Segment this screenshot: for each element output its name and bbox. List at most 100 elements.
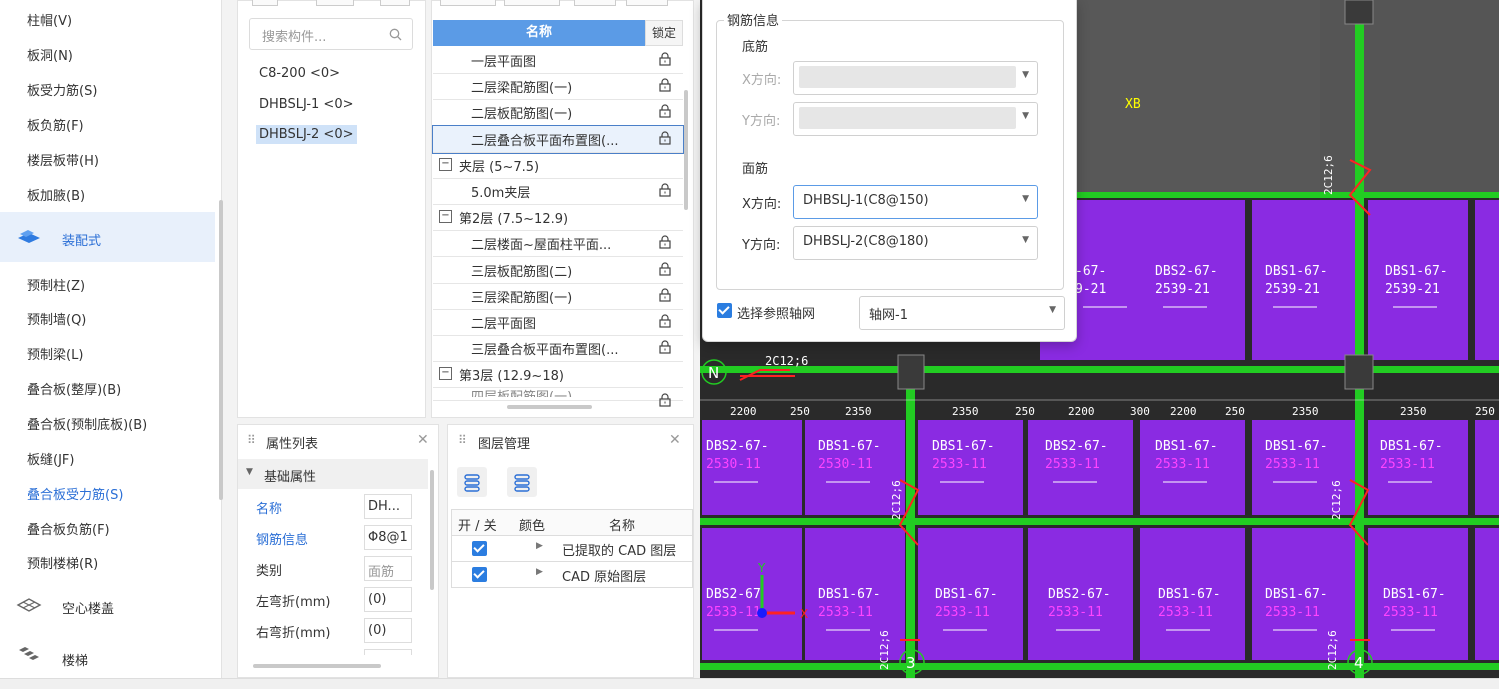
drawing-toolbar-button-1[interactable]	[440, 0, 496, 6]
top-y-select[interactable]: DHBSLJ-2(C8@180) ▼	[793, 226, 1038, 260]
drawing-group-row[interactable]: − 第3层 (12.9~18)	[433, 361, 683, 389]
property-value-field[interactable]: (0)	[364, 587, 412, 612]
lock-icon[interactable]	[659, 314, 671, 328]
property-value-field[interactable]: DH...	[364, 494, 412, 519]
drawing-row-label: 第2层 (7.5~12.9)	[459, 212, 569, 228]
tree-item-slab-joint[interactable]: 板缝(JF)	[27, 449, 74, 468]
drawing-row[interactable]: 二层板配筋图(一)	[433, 99, 683, 127]
tree-item-composite-slab-neg-rebar[interactable]: 叠合板负筋(F)	[27, 519, 110, 538]
drawing-toolbar-button-3[interactable]	[574, 0, 616, 6]
axis-ref-checkbox[interactable]	[717, 303, 732, 318]
layer-show-selected-button[interactable]	[507, 467, 537, 497]
tree-item-prefab-beam[interactable]: 预制梁(L)	[27, 344, 83, 363]
search-icon[interactable]	[389, 28, 402, 41]
tree-item-prefab-stair[interactable]: 预制楼梯(R)	[27, 553, 98, 572]
layer-visibility-checkbox[interactable]	[472, 541, 487, 556]
drawing-row[interactable]: 一层平面图	[433, 47, 683, 74]
tree-item-composite-slab-full[interactable]: 叠合板(整厚)(B)	[27, 379, 121, 398]
property-value-field[interactable]: Φ8@1	[364, 525, 412, 550]
slab-code-label: DBS1-67-	[1265, 439, 1328, 454]
property-scrollbar[interactable]	[430, 470, 434, 590]
drawing-row[interactable]: 二层梁配筋图(一)	[433, 73, 683, 101]
layer-show-all-button[interactable]	[457, 467, 487, 497]
drawing-toolbar-button-2[interactable]	[504, 0, 560, 6]
tree-item-prefab-column[interactable]: 预制柱(Z)	[27, 275, 85, 294]
drawing-group-row[interactable]: − 第2层 (7.5~12.9)	[433, 204, 683, 232]
toolbar-button-2[interactable]	[316, 0, 354, 6]
axis-grid-select[interactable]: 轴网-1 ▼	[859, 296, 1065, 330]
chevron-down-icon: ▼	[1022, 235, 1029, 245]
tree-item-slab-haunch[interactable]: 板加腋(B)	[27, 185, 85, 204]
toolbar-button-3[interactable]	[380, 0, 410, 6]
drawing-list-hscrollbar[interactable]	[507, 405, 592, 409]
lock-icon[interactable]	[659, 52, 671, 66]
tree-item-slab-hole[interactable]: 板洞(N)	[27, 45, 73, 64]
tree-item-column-cap[interactable]: 柱帽(V)	[27, 10, 72, 29]
layer-row[interactable]: ▶ 已提取的 CAD 图层	[451, 536, 693, 562]
collapse-toggle-icon[interactable]: −	[439, 210, 452, 224]
drawing-row[interactable]: 二层平面图	[433, 309, 683, 336]
property-value-field[interactable]	[364, 649, 412, 655]
tree-category-hollow-floor[interactable]: 空心楼盖	[0, 580, 215, 630]
drag-handle-icon[interactable]: ⠿	[458, 433, 467, 447]
tree-category-prefab[interactable]: 装配式	[0, 212, 215, 262]
lock-icon[interactable]	[659, 104, 671, 118]
tree-item-prefab-wall[interactable]: 预制墙(Q)	[27, 309, 86, 328]
tree-item-composite-slab-rebar[interactable]: 叠合板受力筋(S)	[27, 484, 123, 503]
drag-handle-icon[interactable]: ⠿	[247, 433, 256, 447]
collapse-toggle-icon[interactable]: −	[439, 157, 452, 171]
drawing-toolbar-button-4[interactable]	[626, 0, 668, 6]
drawing-list-header-lock[interactable]: 锁定	[645, 20, 683, 46]
drawing-row[interactable]: 三层叠合板平面布置图(...	[433, 335, 683, 363]
property-section-header[interactable]: ▼ 基础属性	[238, 459, 428, 489]
drawing-list-header-name[interactable]: 名称	[433, 20, 645, 46]
bottom-x-select[interactable]: ▼	[793, 61, 1038, 95]
lock-icon[interactable]	[659, 131, 671, 145]
expand-arrow-icon[interactable]: ▶	[536, 567, 543, 577]
lock-icon[interactable]	[659, 393, 671, 407]
tree-item-slab-rebar[interactable]: 板受力筋(S)	[27, 80, 97, 99]
axis-ref-label[interactable]: 选择参照轴网	[737, 303, 815, 322]
component-item[interactable]: C8-200 <0>	[256, 64, 343, 83]
layer-row[interactable]: ▶ CAD 原始图层	[451, 562, 693, 588]
property-row: 类别 面筋	[247, 554, 422, 584]
drawing-row[interactable]: 二层叠合板平面布置图(...	[432, 124, 684, 154]
drawing-row[interactable]: 三层板配筋图(二)	[433, 257, 683, 284]
layer-visibility-checkbox[interactable]	[472, 567, 487, 582]
drawing-row-label: 二层板配筋图(一)	[471, 107, 573, 123]
drawing-row[interactable]: 四层板配筋图(一)	[433, 388, 683, 407]
property-value-field[interactable]: 面筋	[364, 556, 412, 581]
drawing-row[interactable]: 三层梁配筋图(一)	[433, 283, 683, 310]
stairs-icon	[19, 647, 39, 660]
lock-icon[interactable]	[659, 235, 671, 249]
drawing-group-row[interactable]: − 夹层 (5~7.5)	[433, 152, 683, 179]
tree-scrollbar[interactable]	[219, 200, 223, 500]
tree-item-floor-band[interactable]: 楼层板带(H)	[27, 150, 99, 169]
rebar-tag: 2C12;6	[890, 480, 903, 520]
close-icon[interactable]: ✕	[669, 432, 681, 448]
close-icon[interactable]: ✕	[417, 432, 429, 448]
tree-item-composite-slab-bottom[interactable]: 叠合板(预制底板)(B)	[27, 414, 147, 433]
component-item-selected[interactable]: DHBSLJ-2 <0>	[256, 125, 357, 144]
expand-arrow-icon[interactable]: ▶	[536, 541, 543, 551]
lock-icon[interactable]	[659, 340, 671, 354]
drawing-list-scrollbar[interactable]	[684, 90, 688, 210]
collapse-toggle-icon[interactable]: −	[439, 367, 452, 381]
drawing-row[interactable]: 二层楼面~屋面柱平面...	[433, 230, 683, 258]
dimension-label: 250	[790, 405, 810, 418]
component-item[interactable]: DHBSLJ-1 <0>	[256, 95, 357, 114]
tree-category-stairs[interactable]: 楼梯	[0, 630, 215, 680]
component-search-input[interactable]: 搜索构件...	[249, 18, 413, 50]
drawing-row[interactable]: 5.0m夹层	[433, 178, 683, 205]
lock-icon[interactable]	[659, 183, 671, 197]
bottom-y-select[interactable]: ▼	[793, 102, 1038, 136]
toolbar-button-1[interactable]	[252, 0, 278, 6]
property-value-field[interactable]: (0)	[364, 618, 412, 643]
property-hscrollbar[interactable]	[253, 664, 381, 668]
top-x-select[interactable]: DHBSLJ-1(C8@150) ▼	[793, 185, 1038, 219]
tree-item-slab-neg-rebar[interactable]: 板负筋(F)	[27, 115, 84, 134]
lock-icon[interactable]	[659, 262, 671, 276]
lock-icon[interactable]	[659, 288, 671, 302]
lock-icon[interactable]	[659, 78, 671, 92]
slab-size-label: 2533-11	[1380, 457, 1435, 472]
